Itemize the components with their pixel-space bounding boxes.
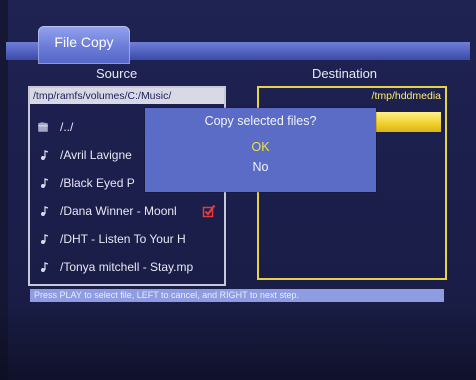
tv-screen: File Copy Source Destination /tmp/ramfs/… — [0, 0, 476, 380]
list-item-label: /Tonya mitchell - Stay.mp — [60, 260, 194, 274]
dialog-title: Copy selected files? — [204, 114, 317, 128]
music-note-icon — [41, 178, 49, 188]
list-item[interactable]: /Tonya mitchell - Stay.mp — [30, 256, 224, 278]
source-header: Source — [96, 66, 138, 81]
title-tab: File Copy — [38, 26, 130, 64]
bottom-shadow — [0, 300, 476, 380]
destination-selection-highlight[interactable] — [372, 112, 441, 132]
list-item-label: /Dana Winner - Moonl — [60, 204, 177, 218]
checkbox-checked-icon[interactable] — [202, 204, 216, 218]
destination-header: Destination — [312, 66, 378, 81]
list-item-label: /../ — [60, 120, 74, 134]
page-title: File Copy — [54, 34, 114, 50]
list-item[interactable]: /Dana Winner - Moonl — [30, 200, 224, 222]
ok-button[interactable]: OK — [145, 140, 376, 154]
copy-confirm-dialog: Copy selected files? OK No — [145, 108, 376, 192]
list-item-label: /Avril Lavigne — [60, 148, 132, 162]
source-path: /tmp/ramfs/volumes/C:/Music/ — [30, 88, 224, 104]
list-item[interactable]: /DHT - Listen To Your H — [30, 228, 224, 250]
music-note-icon — [41, 150, 49, 160]
no-button[interactable]: No — [145, 160, 376, 174]
music-note-icon — [41, 262, 49, 272]
list-item-label: /Black Eyed P — [60, 176, 135, 190]
destination-path: /tmp/hddmedia — [371, 90, 441, 102]
music-note-icon — [41, 234, 49, 244]
list-item-label: /DHT - Listen To Your H — [60, 232, 186, 246]
folder-icon — [38, 122, 48, 132]
music-note-icon — [41, 206, 49, 216]
